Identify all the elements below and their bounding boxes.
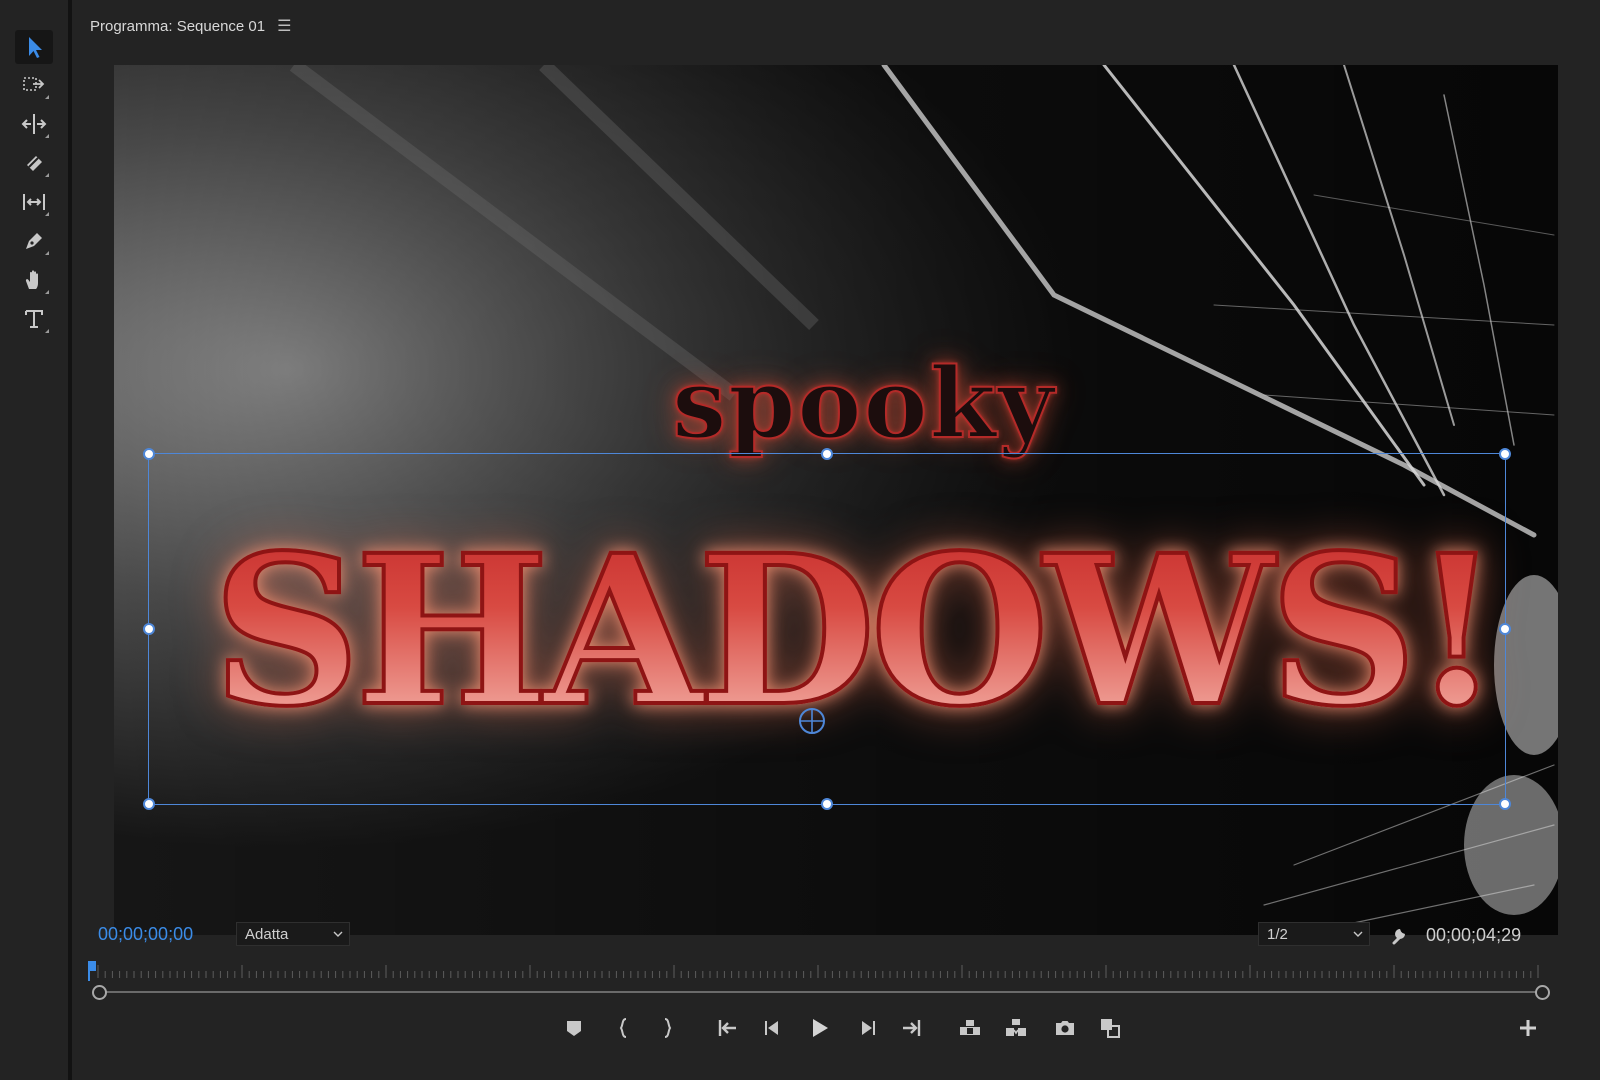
step-forward-icon [862, 1021, 875, 1035]
export-frame-button[interactable] [1052, 1012, 1078, 1044]
time-ruler[interactable] [94, 962, 1544, 984]
resize-handle-bottom-right[interactable] [1499, 798, 1511, 810]
resize-handle-left[interactable] [143, 623, 155, 635]
ripple-edit-icon [21, 114, 47, 134]
arrow-cursor-icon [29, 37, 42, 58]
title-text-spooky[interactable]: spooky [644, 346, 1084, 461]
marker-icon [567, 1021, 581, 1036]
hand-tool[interactable] [15, 263, 53, 297]
razor-tool[interactable] [15, 146, 53, 180]
resize-handle-bottom[interactable] [821, 798, 833, 810]
go-to-in-icon [718, 1020, 736, 1036]
panel-header: Programma: Sequence 01 ☰ [90, 14, 291, 38]
chevron-down-icon [333, 931, 343, 937]
play-button[interactable] [806, 1012, 832, 1044]
pen-tool[interactable] [15, 224, 53, 258]
mark-out-button[interactable] [655, 1012, 679, 1044]
zoom-scroll-bar[interactable] [98, 991, 1542, 993]
zoom-level-dropdown[interactable]: Adatta [236, 922, 350, 946]
type-icon [25, 310, 43, 328]
slip-tool[interactable] [15, 185, 53, 219]
program-viewer[interactable]: spooky SHADOWS! [114, 65, 1558, 935]
camera-icon [1056, 1021, 1074, 1035]
zoom-level-value: Adatta [245, 925, 289, 943]
track-select-icon [23, 77, 45, 91]
tools-panel [0, 0, 68, 1080]
duration-timecode: 00;00;04;29 [1426, 925, 1522, 945]
selection-tool[interactable] [15, 30, 53, 64]
ripple-edit-tool[interactable] [15, 107, 53, 141]
pen-icon [26, 233, 42, 249]
plus-icon[interactable] [1514, 1014, 1542, 1042]
step-back-button[interactable] [760, 1012, 786, 1044]
extract-button[interactable] [1002, 1012, 1030, 1044]
lift-icon [960, 1020, 980, 1035]
mark-out-icon [664, 1018, 672, 1038]
play-icon [813, 1019, 828, 1037]
razor-icon [27, 156, 42, 171]
track-select-tool[interactable] [15, 68, 53, 102]
mark-in-button[interactable] [612, 1012, 636, 1044]
comparison-view-icon [1101, 1019, 1120, 1038]
chevron-down-icon [1353, 931, 1363, 937]
text-selection-box[interactable] [143, 448, 1511, 810]
playhead-marker[interactable] [88, 961, 98, 983]
slip-icon [23, 194, 45, 210]
extract-icon [1006, 1019, 1026, 1036]
resize-handle-top-right[interactable] [1499, 448, 1511, 460]
hand-icon [25, 270, 38, 289]
mark-in-icon [619, 1018, 627, 1038]
go-to-out-button[interactable] [898, 1012, 924, 1044]
wrench-settings-icon[interactable] [1388, 922, 1412, 946]
resize-handle-bottom-left[interactable] [143, 798, 155, 810]
step-back-icon [765, 1021, 778, 1035]
zoom-handle-left[interactable] [92, 985, 107, 1000]
program-monitor-panel: Programma: Sequence 01 ☰ spooky SHADOWS!… [72, 0, 1600, 1080]
step-forward-button[interactable] [854, 1012, 880, 1044]
playback-resolution-value: 1/2 [1267, 925, 1288, 943]
anchor-point-icon[interactable] [797, 706, 827, 736]
go-to-out-icon [903, 1020, 921, 1036]
hamburger-menu-icon[interactable]: ☰ [277, 16, 291, 36]
go-to-in-button[interactable] [715, 1012, 741, 1044]
zoom-handle-right[interactable] [1535, 985, 1550, 1000]
current-timecode[interactable]: 00;00;00;00 [98, 924, 193, 945]
comparison-view-button[interactable] [1096, 1012, 1124, 1044]
type-tool[interactable] [15, 302, 53, 336]
playback-resolution-dropdown[interactable]: 1/2 [1258, 922, 1370, 946]
resize-handle-top-left[interactable] [143, 448, 155, 460]
panel-title[interactable]: Programma: Sequence 01 [90, 18, 265, 35]
lift-button[interactable] [956, 1012, 984, 1044]
resize-handle-right[interactable] [1499, 623, 1511, 635]
add-marker-button[interactable] [562, 1012, 586, 1044]
resize-handle-top[interactable] [821, 448, 833, 460]
